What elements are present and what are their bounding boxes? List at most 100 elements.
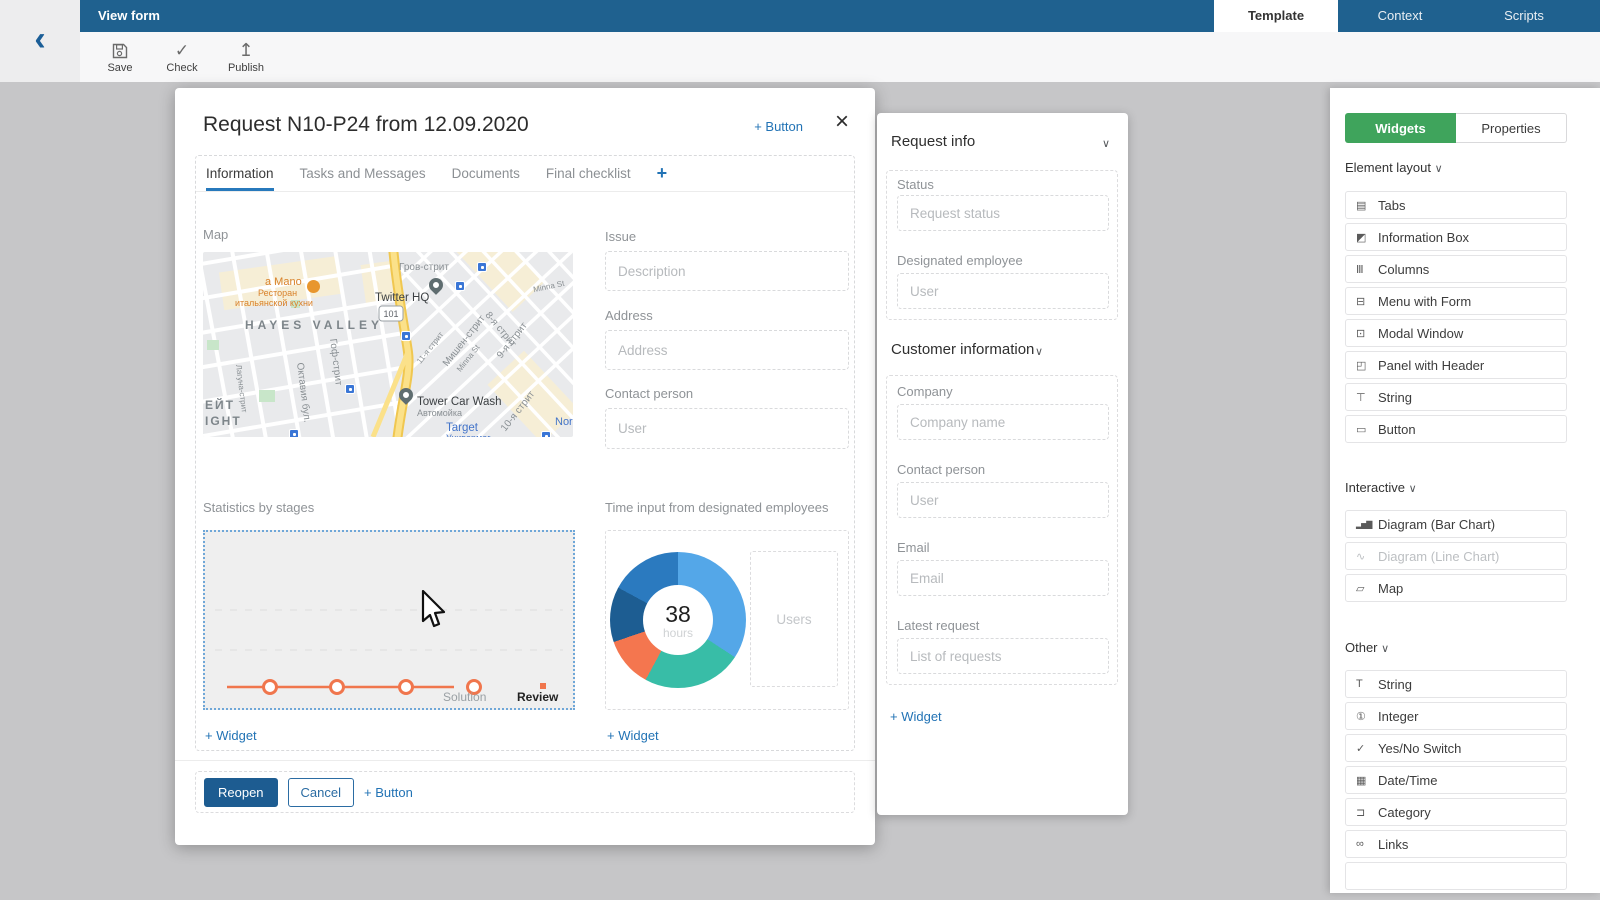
- form-tabs: Information Tasks and Messages Documents…: [196, 156, 854, 192]
- widget-item-modal-window[interactable]: ⊡Modal Window: [1345, 319, 1567, 347]
- widget-item-menu-with-form[interactable]: ⊟Menu with Form: [1345, 287, 1567, 315]
- section-other[interactable]: Other ∨: [1345, 640, 1389, 655]
- widget-item-diagram-bar-chart[interactable]: ▂▅▇Diagram (Bar Chart): [1345, 510, 1567, 538]
- interactive-list: ▂▅▇Diagram (Bar Chart) ∿Diagram (Line Ch…: [1345, 510, 1567, 606]
- widget-item-diagram-line-chart[interactable]: ∿Diagram (Line Chart): [1345, 542, 1567, 570]
- time-chart-label: Time input from designated employees: [605, 500, 829, 515]
- contact-person-field[interactable]: User: [605, 408, 849, 449]
- empty-widget-slot: [1345, 862, 1567, 890]
- widget-item-links[interactable]: ∞Links: [1345, 830, 1567, 858]
- stats-label: Statistics by stages: [203, 500, 314, 515]
- check-button[interactable]: ✓ Check: [156, 37, 208, 74]
- latest-request-label: Latest request: [897, 618, 979, 633]
- panel-header-icon: ◰: [1356, 359, 1378, 372]
- widget-item-string-other[interactable]: TString: [1345, 670, 1567, 698]
- add-widget-link-left[interactable]: + Widget: [205, 728, 257, 743]
- transit-icon: [345, 384, 355, 394]
- add-widget-link-right[interactable]: + Widget: [607, 728, 659, 743]
- issue-field[interactable]: Description: [605, 251, 849, 291]
- reopen-button[interactable]: Reopen: [204, 778, 278, 807]
- bar-chart-icon: ▂▅▇: [1356, 520, 1378, 529]
- save-button[interactable]: Save: [94, 37, 146, 74]
- widgets-sidebar: Widgets Properties Element layout ∨ ▤Tab…: [1330, 88, 1600, 893]
- workspace: ‹ View form Template Context Scripts Sav…: [0, 0, 1600, 900]
- issue-label: Issue: [605, 229, 636, 244]
- widget-item-columns[interactable]: ⅢColumns: [1345, 255, 1567, 283]
- toolbar: Save ✓ Check ↥ Publish: [80, 32, 1600, 82]
- widget-item-button[interactable]: ▭Button: [1345, 415, 1567, 443]
- widget-item-date-time[interactable]: ▦Date/Time: [1345, 766, 1567, 794]
- latest-request-placeholder: List of requests: [910, 649, 1002, 664]
- stage-line-svg: [205, 532, 573, 708]
- restaurant-poi-icon: [307, 280, 320, 293]
- modal-window-icon: ⊡: [1356, 327, 1378, 340]
- widget-item-category[interactable]: ⊐Category: [1345, 798, 1567, 826]
- designated-employee-label: Designated employee: [897, 253, 1023, 268]
- top-tabs: Template Context Scripts: [1214, 0, 1586, 32]
- folder-icon: ⊐: [1356, 806, 1378, 819]
- map-streets: 101: [203, 252, 573, 437]
- tab-widgets[interactable]: Widgets: [1345, 113, 1456, 143]
- address-placeholder: Address: [618, 343, 668, 358]
- information-box-icon: ◩: [1356, 231, 1378, 244]
- check-icon: ✓: [156, 37, 208, 59]
- line-chart-icon: ∿: [1356, 550, 1378, 563]
- tab-properties[interactable]: Properties: [1456, 113, 1567, 143]
- tab-information[interactable]: Information: [206, 156, 274, 191]
- widget-item-information-box[interactable]: ◩Information Box: [1345, 223, 1567, 251]
- address-field[interactable]: Address: [605, 330, 849, 370]
- contact-person-label: Contact person: [605, 386, 693, 401]
- add-header-button[interactable]: + Button: [754, 119, 803, 134]
- designated-employee-field[interactable]: User: [897, 273, 1109, 309]
- menu-form-icon: ⊟: [1356, 295, 1378, 308]
- chevron-down-icon[interactable]: ∨: [1102, 137, 1110, 150]
- page-title: View form: [98, 0, 160, 32]
- donut-unit: hours: [663, 626, 693, 640]
- cursor-icon: [420, 590, 446, 628]
- request-info-title: Request info: [891, 133, 975, 150]
- widget-item-integer[interactable]: ①Integer: [1345, 702, 1567, 730]
- widget-item-tabs[interactable]: ▤Tabs: [1345, 191, 1567, 219]
- tab-context[interactable]: Context: [1338, 0, 1462, 32]
- section-element-layout[interactable]: Element layout ∨: [1345, 160, 1443, 175]
- back-corner: ‹: [0, 0, 80, 82]
- map-field-label: Map: [203, 227, 228, 242]
- latest-request-field[interactable]: List of requests: [897, 638, 1109, 674]
- widget-item-map[interactable]: ▱Map: [1345, 574, 1567, 602]
- calendar-icon: ▦: [1356, 774, 1378, 787]
- widget-item-string-layout[interactable]: ⊤String: [1345, 383, 1567, 411]
- status-field[interactable]: Request status: [897, 195, 1109, 231]
- company-field[interactable]: Company name: [897, 404, 1109, 440]
- time-chart-widget[interactable]: 38 hours Users: [605, 530, 849, 710]
- section-interactive[interactable]: Interactive ∨: [1345, 480, 1417, 495]
- add-footer-button[interactable]: + Button: [364, 785, 413, 800]
- tab-final-checklist[interactable]: Final checklist: [546, 156, 631, 191]
- check-icon: ✓: [1356, 742, 1378, 755]
- widget-item-panel-with-header[interactable]: ◰Panel with Header: [1345, 351, 1567, 379]
- back-icon[interactable]: ‹: [34, 22, 45, 56]
- company-label: Company: [897, 384, 953, 399]
- email-field[interactable]: Email: [897, 560, 1109, 596]
- users-placeholder-box[interactable]: Users: [750, 551, 838, 687]
- cancel-button[interactable]: Cancel: [288, 778, 354, 807]
- chevron-down-icon: ∨: [1435, 163, 1443, 175]
- tab-tasks-and-messages[interactable]: Tasks and Messages: [300, 156, 426, 191]
- add-tab-icon[interactable]: +: [657, 156, 668, 191]
- integer-icon: ①: [1356, 710, 1378, 723]
- donut-chart: 38 hours: [610, 552, 746, 688]
- stage-chart-widget[interactable]: Solution Review: [203, 530, 575, 710]
- map-widget[interactable]: 101 HAYES VALLEY Twitter HQ a Mano Ресто…: [203, 252, 573, 437]
- chevron-down-icon: ∨: [1409, 483, 1417, 495]
- button-icon: ▭: [1356, 423, 1378, 436]
- tab-template[interactable]: Template: [1214, 0, 1338, 32]
- add-widget-link-panel[interactable]: + Widget: [890, 709, 942, 724]
- contact-person-field[interactable]: User: [897, 482, 1109, 518]
- close-icon[interactable]: ×: [835, 110, 849, 134]
- contact-person-placeholder: User: [618, 421, 647, 436]
- chevron-down-icon[interactable]: ∨: [1035, 345, 1043, 358]
- tab-scripts[interactable]: Scripts: [1462, 0, 1586, 32]
- widget-item-yes-no-switch[interactable]: ✓Yes/No Switch: [1345, 734, 1567, 762]
- info-panel: Request info ∨ Status Request status Des…: [877, 113, 1128, 815]
- tab-documents[interactable]: Documents: [452, 156, 520, 191]
- publish-button[interactable]: ↥ Publish: [220, 37, 272, 74]
